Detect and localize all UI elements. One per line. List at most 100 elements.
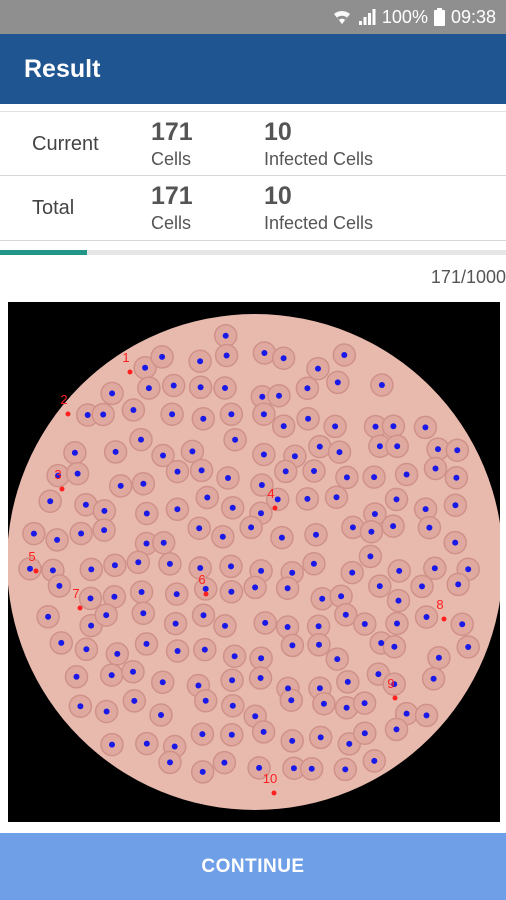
cell-detection-dot bbox=[142, 364, 149, 371]
cell-detection-dot bbox=[199, 768, 206, 775]
cell-detection-dot bbox=[375, 671, 382, 678]
infected-marker-label: 3 bbox=[54, 467, 61, 482]
infected-marker-dot bbox=[127, 369, 133, 375]
cell-detection-dot bbox=[198, 467, 205, 474]
cell-detection-dot bbox=[140, 480, 147, 487]
cell-detection-dot bbox=[403, 710, 410, 717]
cell-detection-dot bbox=[172, 620, 179, 627]
cell-detection-dot bbox=[262, 619, 269, 626]
current-infected-value: 10 bbox=[264, 118, 292, 146]
cell-detection-dot bbox=[135, 559, 142, 566]
infected-marker-dot bbox=[441, 616, 447, 622]
status-bar: 100% 09:38 bbox=[0, 0, 506, 34]
cell-detection-dot bbox=[174, 468, 181, 475]
cell-detection-dot bbox=[108, 672, 115, 679]
page-title: Result bbox=[24, 55, 101, 83]
cell-detection-dot bbox=[130, 668, 136, 675]
cell-detection-dot bbox=[109, 741, 115, 748]
cell-detection-dot bbox=[423, 712, 430, 719]
cell-detection-dot bbox=[452, 502, 459, 509]
total-cells-caption: Cells bbox=[151, 213, 192, 233]
infected-marker-label: 8 bbox=[436, 597, 443, 612]
cell-detection-dot bbox=[84, 412, 91, 418]
cell-detection-dot bbox=[103, 612, 110, 619]
total-cells-stat: 171 Cells bbox=[151, 182, 193, 234]
cell-detection-dot bbox=[45, 613, 52, 620]
cell-detection-dot bbox=[88, 566, 95, 573]
infected-marker-label: 6 bbox=[198, 572, 205, 587]
cell-detection-dot bbox=[258, 567, 265, 574]
infected-marker-dot bbox=[271, 790, 277, 796]
cell-detection-dot bbox=[58, 639, 65, 646]
cell-detection-dot bbox=[103, 708, 110, 715]
signal-icon bbox=[358, 8, 376, 26]
cell-detection-dot bbox=[197, 565, 204, 571]
cell-detection-dot bbox=[284, 585, 291, 592]
cell-detection-dot bbox=[334, 656, 341, 663]
infected-marker-dot bbox=[77, 605, 83, 611]
cell-detection-dot bbox=[196, 525, 203, 532]
current-stats-row: Current 171 Cells 10 Infected Cells bbox=[0, 111, 506, 176]
cell-detection-dot bbox=[27, 565, 33, 572]
cell-detection-dot bbox=[459, 621, 466, 628]
cell-detection-dot bbox=[78, 530, 85, 537]
cell-detection-dot bbox=[169, 411, 176, 418]
cell-detection-dot bbox=[430, 675, 437, 682]
cell-detection-dot bbox=[465, 566, 472, 573]
cell-detection-dot bbox=[159, 679, 166, 686]
cell-detection-dot bbox=[30, 530, 37, 537]
infected-marker-dot bbox=[65, 411, 71, 417]
cell-detection-dot bbox=[422, 506, 429, 513]
cell-detection-dot bbox=[371, 474, 378, 481]
cell-detection-dot bbox=[454, 447, 461, 454]
cell-detection-dot bbox=[260, 728, 267, 735]
infected-marker-label: 9 bbox=[387, 676, 394, 691]
cell-detection-dot bbox=[361, 621, 368, 627]
infected-marker-label: 10 bbox=[263, 771, 277, 786]
microscope-image: 1 2 3 4 5 6 7 8 9 10 bbox=[8, 302, 500, 822]
cell-detection-dot bbox=[343, 474, 350, 481]
battery-percent: 100% bbox=[381, 6, 428, 27]
infected-marker-label: 4 bbox=[267, 486, 274, 501]
cell-detection-dot bbox=[346, 740, 353, 747]
cell-detection-dot bbox=[167, 759, 173, 766]
cell-detection-dot bbox=[284, 624, 291, 630]
cell-detection-dot bbox=[342, 766, 349, 773]
cell-detection-dot bbox=[257, 675, 264, 681]
cell-detection-dot bbox=[378, 382, 385, 388]
cell-detection-dot bbox=[73, 673, 80, 680]
infected-marker-dot bbox=[203, 591, 209, 597]
cell-detection-dot bbox=[143, 740, 150, 747]
continue-button[interactable]: CONTINUE bbox=[0, 833, 506, 900]
cell-detection-dot bbox=[361, 700, 368, 707]
cell-detection-dot bbox=[160, 539, 167, 546]
cell-detection-dot bbox=[189, 448, 196, 455]
cell-detection-dot bbox=[376, 583, 383, 590]
cell-detection-dot bbox=[231, 653, 238, 660]
cell-detection-dot bbox=[344, 678, 351, 685]
cell-detection-dot bbox=[396, 567, 403, 574]
cell-detection-dot bbox=[338, 593, 345, 600]
cell-detection-dot bbox=[83, 646, 90, 653]
cell-detection-dot bbox=[372, 423, 379, 430]
infected-marker-label: 1 bbox=[122, 350, 129, 365]
cell-detection-dot bbox=[291, 453, 298, 460]
cell-detection-dot bbox=[174, 506, 181, 513]
cell-detection-dot bbox=[248, 524, 255, 531]
total-stats-row: Total 171 Cells 10 Infected Cells bbox=[0, 176, 506, 241]
cell-detection-dot bbox=[47, 498, 54, 505]
cell-detection-dot bbox=[228, 588, 235, 595]
current-cells-caption: Cells bbox=[151, 149, 192, 169]
cell-detection-dot bbox=[289, 569, 296, 576]
cell-detection-dot bbox=[221, 759, 228, 766]
cell-detection-dot bbox=[258, 655, 265, 662]
cell-detection-dot bbox=[131, 697, 138, 704]
cell-detection-dot bbox=[304, 495, 311, 502]
cell-detection-dot bbox=[201, 646, 208, 653]
cell-detection-dot bbox=[197, 358, 204, 365]
cell-detection-dot bbox=[138, 436, 144, 443]
cell-detection-dot bbox=[112, 448, 119, 455]
cell-detection-dot bbox=[452, 539, 459, 546]
cell-detection-dot bbox=[361, 730, 368, 737]
cell-detection-dot bbox=[74, 470, 81, 477]
